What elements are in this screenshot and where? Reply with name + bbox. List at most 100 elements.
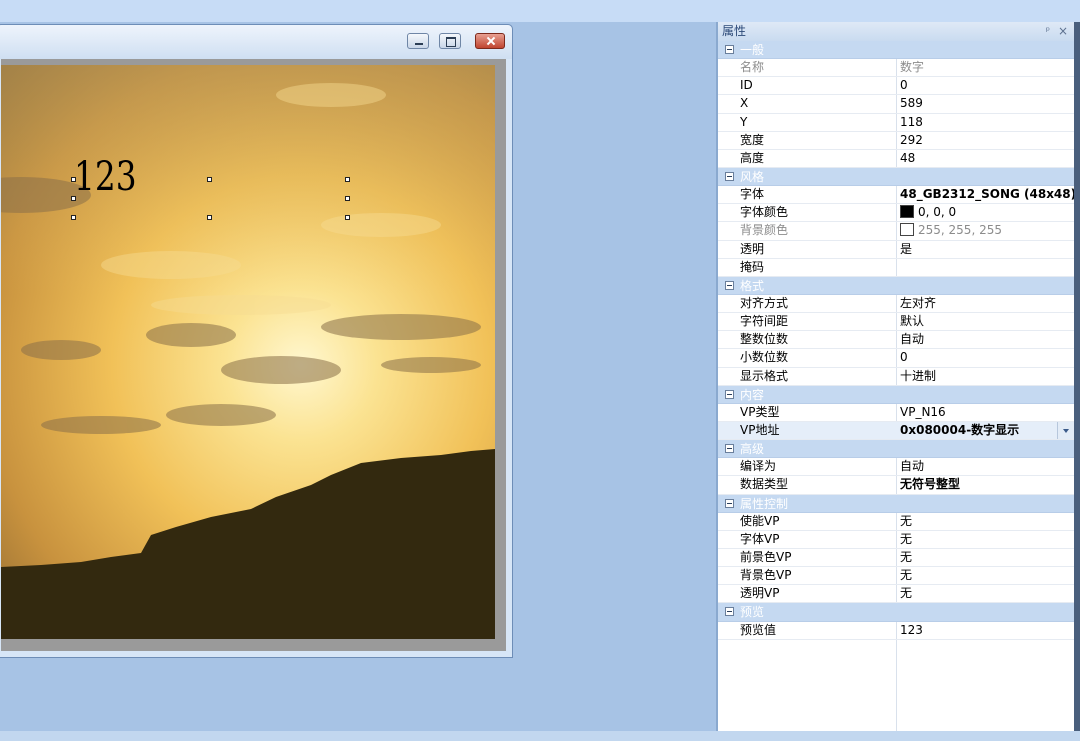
- resize-handle[interactable]: [345, 177, 350, 182]
- resize-handle[interactable]: [345, 196, 350, 201]
- prop-row-vp-address[interactable]: VP地址 0x080004-数字显示: [718, 421, 1074, 441]
- prop-value[interactable]: 292: [900, 132, 1070, 149]
- window-titlebar[interactable]: [0, 25, 512, 59]
- prop-row-font-vp[interactable]: 字体VP 无: [718, 531, 1074, 549]
- prop-value[interactable]: 数字: [900, 59, 1070, 76]
- design-canvas[interactable]: [1, 65, 495, 639]
- prop-row-bg-vp[interactable]: 背景色VP 无: [718, 567, 1074, 586]
- pin-icon[interactable]: ᵖ: [1046, 22, 1050, 41]
- color-value: 255, 255, 255: [918, 223, 1002, 238]
- prop-name: 字体VP: [740, 531, 780, 546]
- prop-value[interactable]: 48_GB2312_SONG (48x48): [900, 186, 1076, 203]
- prop-name: 高度: [740, 150, 765, 165]
- prop-name: 字符间距: [740, 314, 789, 329]
- collapse-icon[interactable]: [725, 171, 734, 181]
- prop-value[interactable]: 十进制: [900, 368, 1070, 385]
- category-label: 预览: [740, 605, 765, 620]
- prop-value[interactable]: 0, 0, 0: [900, 204, 1070, 221]
- color-swatch[interactable]: [900, 223, 914, 237]
- prop-row-data-type[interactable]: 数据类型 无符号整型: [718, 476, 1074, 495]
- prop-value[interactable]: 无: [900, 531, 1070, 548]
- prop-value[interactable]: 589: [900, 95, 1070, 112]
- resize-handle[interactable]: [71, 177, 76, 182]
- category-label: 风格: [740, 169, 765, 184]
- prop-row-trans-vp[interactable]: 透明VP 无: [718, 585, 1074, 604]
- minimize-button[interactable]: [407, 33, 429, 49]
- prop-value[interactable]: 无: [900, 549, 1070, 566]
- prop-row-font-color[interactable]: 字体颜色 0, 0, 0: [718, 204, 1074, 223]
- prop-value[interactable]: 0: [900, 77, 1070, 94]
- category-content[interactable]: 内容: [718, 385, 1074, 404]
- prop-row-int-digits[interactable]: 整数位数 自动: [718, 331, 1074, 350]
- prop-row-mask[interactable]: 掩码: [718, 259, 1074, 277]
- prop-value[interactable]: 自动: [900, 458, 1070, 475]
- prop-row-align[interactable]: 对齐方式 左对齐: [718, 295, 1074, 314]
- prop-row-fg-vp[interactable]: 前景色VP 无: [718, 549, 1074, 568]
- close-button[interactable]: [475, 33, 505, 49]
- resize-handle[interactable]: [207, 215, 212, 220]
- category-advanced[interactable]: 高级: [718, 440, 1074, 459]
- prop-name: VP地址: [740, 422, 780, 437]
- properties-panel: 属性 ᵖ × 一般 名称 数字 ID 0 X 589 Y 118 宽度 292 高度 48 …: [716, 22, 1076, 731]
- prop-row-vp-type[interactable]: VP类型 VP_N16: [718, 404, 1074, 422]
- prop-row-display-format[interactable]: 显示格式 十进制: [718, 368, 1074, 386]
- prop-row-transparent[interactable]: 透明 是: [718, 241, 1074, 259]
- close-icon: [476, 34, 504, 48]
- prop-value[interactable]: 0: [900, 349, 1070, 366]
- prop-row-preview-value[interactable]: 预览值 123: [718, 622, 1074, 640]
- collapse-icon[interactable]: [725, 498, 734, 508]
- prop-value[interactable]: 是: [900, 241, 1070, 258]
- prop-row-y[interactable]: Y 118: [718, 114, 1074, 132]
- prop-row-compile-as[interactable]: 编译为 自动: [718, 458, 1074, 477]
- prop-value[interactable]: 自动: [900, 331, 1070, 348]
- prop-value[interactable]: 48: [900, 150, 1070, 167]
- prop-row-bg-color[interactable]: 背景颜色 255, 255, 255: [718, 222, 1074, 241]
- prop-row-name[interactable]: 名称 数字: [718, 59, 1074, 78]
- prop-value[interactable]: 无: [900, 567, 1070, 584]
- prop-row-height[interactable]: 高度 48: [718, 150, 1074, 168]
- category-preview[interactable]: 预览: [718, 603, 1074, 622]
- close-icon[interactable]: ×: [1058, 22, 1068, 41]
- resize-handle[interactable]: [71, 196, 76, 201]
- prop-value[interactable]: 无: [900, 513, 1070, 530]
- category-format[interactable]: 格式: [718, 276, 1074, 295]
- prop-row-font[interactable]: 字体 48_GB2312_SONG (48x48): [718, 186, 1076, 205]
- color-swatch[interactable]: [900, 205, 914, 219]
- prop-value[interactable]: VP_N16: [900, 404, 1070, 421]
- prop-name: 整数位数: [740, 332, 789, 347]
- prop-value[interactable]: 118: [900, 114, 1070, 131]
- prop-row-spacing[interactable]: 字符间距 默认: [718, 313, 1074, 332]
- category-control[interactable]: 属性控制: [718, 494, 1074, 513]
- prop-value[interactable]: 123: [900, 622, 1070, 639]
- prop-value[interactable]: 默认: [900, 313, 1070, 330]
- prop-value[interactable]: 左对齐: [900, 295, 1070, 312]
- resize-handle[interactable]: [207, 177, 212, 182]
- prop-row-x[interactable]: X 589: [718, 95, 1074, 114]
- dropdown-arrow-icon[interactable]: [1057, 421, 1074, 439]
- resize-handle[interactable]: [345, 215, 350, 220]
- collapse-icon[interactable]: [725, 607, 734, 617]
- prop-row-enable-vp[interactable]: 使能VP 无: [718, 513, 1074, 531]
- restore-icon: [440, 34, 460, 48]
- collapse-icon[interactable]: [725, 444, 734, 454]
- category-general[interactable]: 一般: [718, 41, 1074, 60]
- prop-value[interactable]: 255, 255, 255: [900, 222, 1070, 239]
- prop-name: 宽度: [740, 132, 765, 147]
- prop-value[interactable]: 0x080004-数字显示: [900, 421, 1074, 439]
- top-strip: [0, 0, 1080, 22]
- prop-value[interactable]: 无符号整型: [900, 476, 1070, 493]
- design-window[interactable]: [0, 24, 513, 658]
- prop-value[interactable]: 无: [900, 585, 1070, 602]
- minimize-icon: [408, 34, 428, 48]
- resize-handle[interactable]: [71, 215, 76, 220]
- restore-button[interactable]: [439, 33, 461, 49]
- prop-row-dec-digits[interactable]: 小数位数 0: [718, 349, 1074, 368]
- prop-name: X: [740, 96, 749, 111]
- collapse-icon[interactable]: [725, 389, 734, 399]
- category-label: 高级: [740, 442, 765, 457]
- category-style[interactable]: 风格: [718, 167, 1074, 187]
- prop-row-width[interactable]: 宽度 292: [718, 132, 1074, 150]
- collapse-icon[interactable]: [725, 45, 734, 54]
- prop-row-id[interactable]: ID 0: [718, 77, 1074, 96]
- collapse-icon[interactable]: [725, 280, 734, 290]
